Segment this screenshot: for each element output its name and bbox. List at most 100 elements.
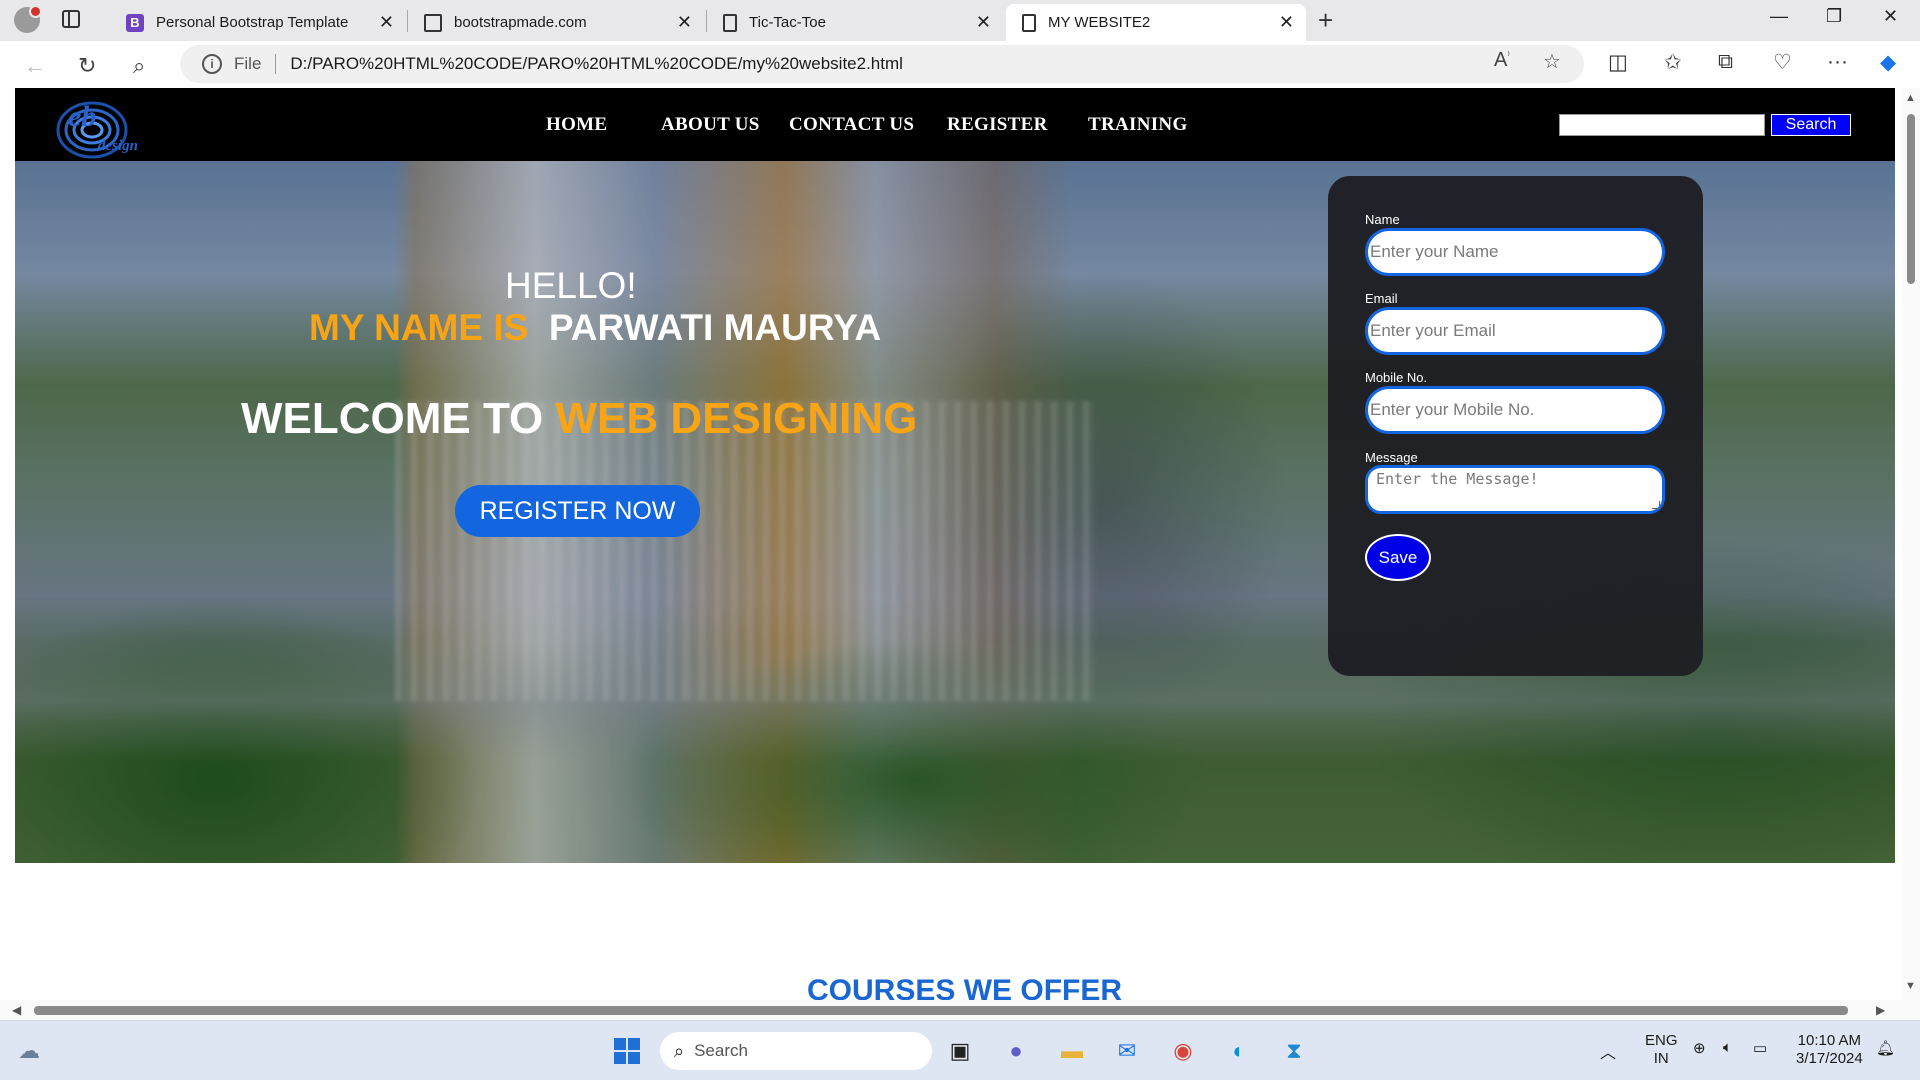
minimize-icon[interactable]: —: [1770, 6, 1788, 27]
restore-icon[interactable]: ❐: [1826, 6, 1842, 27]
bootstrap-icon: B: [126, 13, 144, 32]
tab-tic-tac-toe[interactable]: Tic-Tac-Toe ✕: [707, 4, 1003, 41]
hero-welcome-line: WELCOME TO WEB DESIGNING: [241, 394, 917, 444]
address-bar[interactable]: i File D:/PARO%20HTML%20CODE/PARO%20HTML…: [180, 45, 1584, 83]
close-icon[interactable]: ✕: [976, 12, 991, 33]
tab-title: Tic-Tac-Toe: [749, 14, 826, 31]
info-icon[interactable]: i: [202, 54, 222, 74]
hero-greeting: HELLO!: [505, 265, 637, 306]
vscode-icon[interactable]: ⧗: [1277, 1034, 1311, 1068]
collections-icon[interactable]: ⧉: [1718, 50, 1733, 74]
teams-chat-icon[interactable]: ●: [999, 1034, 1033, 1068]
register-now-button[interactable]: REGISTER NOW: [455, 485, 700, 537]
scroll-up-icon[interactable]: ▲: [1905, 92, 1916, 104]
new-tab-icon[interactable]: +: [1318, 4, 1333, 36]
mail-icon[interactable]: ✉: [1110, 1034, 1144, 1068]
language-code: ENG: [1645, 1032, 1678, 1049]
tab-my-website2[interactable]: MY WEBSITE2 ✕: [1006, 4, 1306, 41]
tab-actions-icon[interactable]: [62, 10, 80, 28]
chrome-icon[interactable]: ◉: [1166, 1034, 1200, 1068]
message-placeholder: Enter the Message!: [1376, 470, 1539, 488]
vertical-scroll-thumb[interactable]: [1907, 114, 1915, 284]
favorites-icon[interactable]: ✩: [1664, 50, 1682, 75]
taskbar-search-placeholder: Search: [694, 1041, 748, 1060]
page-viewport: eb design HOME ABOUT US CONTACT US REGIS…: [0, 88, 1920, 1020]
scroll-right-icon[interactable]: ▶: [1876, 1003, 1885, 1017]
battery-icon[interactable]: ▭: [1753, 1039, 1767, 1057]
tab-title: Personal Bootstrap Template: [156, 14, 349, 31]
clock-date: 3/17/2024: [1796, 1050, 1863, 1067]
scroll-down-icon[interactable]: ▼: [1905, 980, 1916, 992]
close-icon[interactable]: ✕: [677, 12, 692, 33]
close-icon[interactable]: ✕: [379, 12, 394, 33]
copilot-icon[interactable]: ◆: [1880, 50, 1896, 75]
search-icon[interactable]: ⌕: [133, 53, 145, 79]
nav-about-us[interactable]: ABOUT US: [661, 114, 760, 136]
favorite-star-icon[interactable]: ☆: [1543, 49, 1561, 74]
browser-tab-strip: B Personal Bootstrap Template ✕ bootstra…: [0, 0, 1920, 41]
nav-home[interactable]: HOME: [546, 114, 607, 136]
clock[interactable]: 10:10 AM 3/17/2024: [1796, 1032, 1863, 1068]
file-explorer-icon[interactable]: ▬: [1055, 1034, 1089, 1068]
hero-name-prefix: MY NAME IS: [309, 307, 529, 348]
close-icon[interactable]: ✕: [1279, 12, 1294, 33]
vertical-scrollbar[interactable]: ▲ ▼: [1902, 88, 1920, 1000]
weather-widget-icon[interactable]: ☁: [12, 1034, 46, 1068]
nav-training[interactable]: TRAINING: [1088, 114, 1188, 136]
notification-bell-icon[interactable]: 🔔︎: [1876, 1039, 1895, 1057]
windows-logo-icon: [614, 1038, 640, 1064]
message-textarea[interactable]: Enter the Message!: [1365, 465, 1665, 514]
browser-toolbar: ← ↻ ⌕ i File D:/PARO%20HTML%20CODE/PARO%…: [0, 41, 1920, 88]
hero-welcome-prefix: WELCOME TO: [241, 394, 544, 443]
show-hidden-icons-icon[interactable]: ︿: [1600, 1039, 1616, 1063]
taskbar-search-box[interactable]: ⌕ Search: [660, 1032, 932, 1070]
read-aloud-icon[interactable]: A⁾: [1494, 49, 1510, 72]
task-view-icon[interactable]: ▣: [943, 1034, 977, 1068]
start-icon[interactable]: [610, 1034, 644, 1068]
nav-contact-us[interactable]: CONTACT US: [789, 114, 914, 136]
mobile-label: Mobile No.: [1365, 370, 1428, 385]
save-button[interactable]: Save: [1365, 534, 1431, 581]
network-icon[interactable]: ⊕: [1693, 1039, 1706, 1057]
refresh-icon[interactable]: ↻: [78, 53, 96, 79]
windows-taskbar: ☁ ⌕ Search ▣ ● ▬ ✉ ◉ ◐ ⧗ ︿ ENG IN ⊕ 🔈︎ ▭…: [0, 1020, 1920, 1080]
tab-title: MY WEBSITE2: [1048, 14, 1151, 31]
site-navbar: eb design HOME ABOUT US CONTACT US REGIS…: [15, 88, 1895, 161]
hero-welcome-highlight: WEB DESIGNING: [555, 394, 918, 443]
more-options-icon[interactable]: ···: [1827, 50, 1848, 74]
web-design-logo-icon[interactable]: eb design: [52, 90, 157, 160]
language-indicator[interactable]: ENG IN: [1645, 1032, 1678, 1068]
tab-bootstrapmade[interactable]: bootstrapmade.com ✕: [408, 4, 704, 41]
page-icon: [424, 13, 442, 32]
email-field[interactable]: Enter your Email: [1365, 307, 1665, 355]
profile-avatar-icon[interactable]: [14, 5, 42, 33]
url-text[interactable]: D:/PARO%20HTML%20CODE/PARO%20HTML%20CODE…: [290, 54, 903, 74]
volume-icon[interactable]: 🔈︎: [1723, 1039, 1732, 1056]
hero-name: PARWATI MAURYA: [548, 307, 882, 348]
page-icon: [723, 13, 737, 32]
message-label: Message: [1365, 450, 1418, 465]
address-divider: [275, 54, 277, 74]
edge-icon[interactable]: ◐: [1222, 1034, 1256, 1068]
horizontal-scrollbar[interactable]: ◀ ▶: [0, 1000, 1920, 1020]
resize-handle-icon[interactable]: [1652, 501, 1660, 509]
close-window-icon[interactable]: ✕: [1883, 6, 1898, 27]
page-icon: [1022, 13, 1036, 32]
contact-form-card: Name Enter your Name Email Enter your Em…: [1328, 176, 1703, 676]
back-icon[interactable]: ←: [24, 53, 46, 79]
tab-personal-bootstrap[interactable]: B Personal Bootstrap Template ✕: [110, 4, 406, 41]
browser-essentials-icon[interactable]: ♡: [1773, 50, 1792, 75]
scroll-left-icon[interactable]: ◀: [12, 1003, 21, 1017]
split-screen-icon[interactable]: ◫: [1608, 50, 1628, 75]
site-search-button[interactable]: Search: [1771, 114, 1851, 136]
name-field[interactable]: Enter your Name: [1365, 228, 1665, 276]
mobile-field[interactable]: Enter your Mobile No.: [1365, 386, 1665, 434]
clock-time: 10:10 AM: [1797, 1032, 1862, 1049]
site-search-input[interactable]: [1559, 114, 1765, 136]
scheme-label: File: [234, 54, 262, 73]
region-code: IN: [1653, 1050, 1669, 1067]
nav-register[interactable]: REGISTER: [947, 114, 1048, 136]
svg-text:design: design: [98, 138, 138, 154]
horizontal-scroll-thumb[interactable]: [34, 1006, 1848, 1015]
hero-section: HELLO! MY NAME IS PARWATI MAURYA WELCOME…: [15, 161, 1895, 863]
